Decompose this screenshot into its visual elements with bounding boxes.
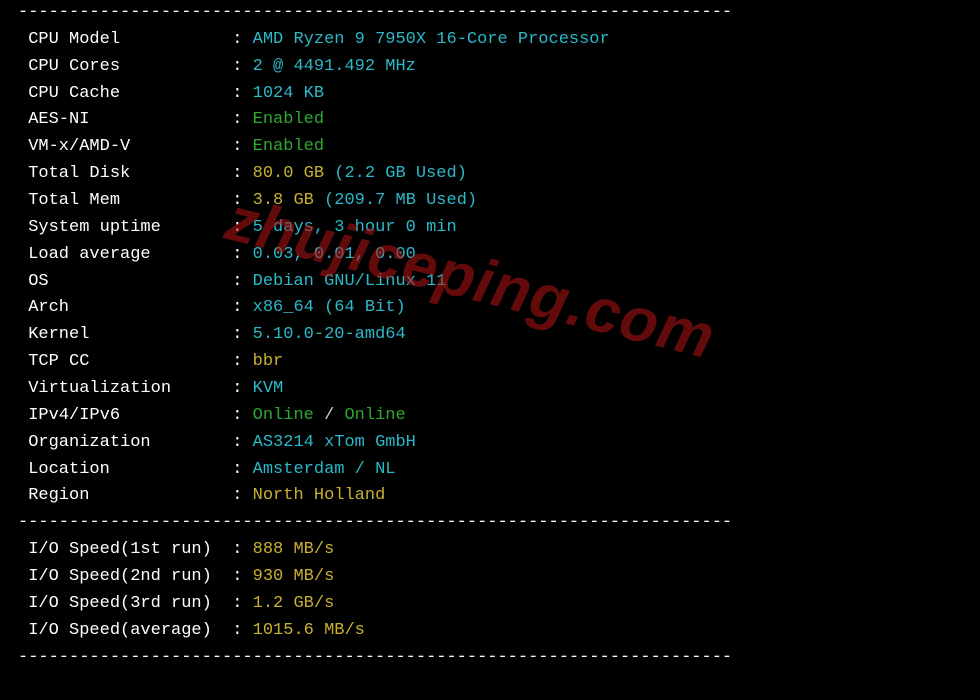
row-separator: : (232, 107, 252, 134)
row-label: Location (18, 457, 232, 484)
row-value: 2 @ 4491.492 MHz (253, 54, 416, 81)
row-separator: : (232, 537, 252, 564)
row-separator: : (232, 188, 252, 215)
row-value: 5.10.0-20-amd64 (253, 322, 406, 349)
info-row: Total Mem : 3.8 GB (209.7 MB Used) (18, 188, 962, 215)
row-separator: : (232, 376, 252, 403)
row-value: bbr (253, 349, 284, 376)
row-value: North Holland (253, 483, 386, 510)
row-label: Total Disk (18, 161, 232, 188)
row-separator: : (232, 483, 252, 510)
row-label: Arch (18, 295, 232, 322)
row-value: 1.2 GB/s (253, 591, 335, 618)
row-label: CPU Cores (18, 54, 232, 81)
row-label: Region (18, 483, 232, 510)
info-row: Organization : AS3214 xTom GmbH (18, 430, 962, 457)
info-row: Location : Amsterdam / NL (18, 457, 962, 484)
row-label: TCP CC (18, 349, 232, 376)
row-separator: : (232, 295, 252, 322)
info-row: System uptime : 5 days, 3 hour 0 min (18, 215, 962, 242)
row-value: (2.2 GB Used) (334, 161, 467, 188)
row-value: Online (344, 403, 405, 430)
row-value: Enabled (253, 134, 324, 161)
row-value: Online (253, 403, 314, 430)
row-value: 5 days, 3 hour 0 min (253, 215, 457, 242)
info-row: OS : Debian GNU/Linux 11 (18, 269, 962, 296)
info-row: CPU Cores : 2 @ 4491.492 MHz (18, 54, 962, 81)
row-label: CPU Cache (18, 81, 232, 108)
divider-bottom: ----------------------------------------… (18, 645, 962, 672)
row-label: CPU Model (18, 27, 232, 54)
row-label: Organization (18, 430, 232, 457)
row-separator: : (232, 161, 252, 188)
row-label: I/O Speed(2nd run) (18, 564, 232, 591)
row-value: (209.7 MB Used) (324, 188, 477, 215)
info-row: Region : North Holland (18, 483, 962, 510)
row-value: 80.0 GB (253, 161, 335, 188)
row-value: / (314, 403, 345, 430)
row-separator: : (232, 242, 252, 269)
row-label: AES-NI (18, 107, 232, 134)
row-value: 1015.6 MB/s (253, 618, 365, 645)
row-value: 930 MB/s (253, 564, 335, 591)
row-separator: : (232, 269, 252, 296)
row-value: 3.8 GB (253, 188, 324, 215)
divider-top: ----------------------------------------… (18, 0, 962, 27)
terminal-output: ----------------------------------------… (0, 0, 980, 671)
row-separator: : (232, 54, 252, 81)
row-separator: : (232, 591, 252, 618)
row-value: AMD Ryzen 9 7950X 16-Core Processor (253, 27, 610, 54)
info-row: CPU Cache : 1024 KB (18, 81, 962, 108)
row-label: Load average (18, 242, 232, 269)
row-label: Virtualization (18, 376, 232, 403)
row-separator: : (232, 27, 252, 54)
row-label: I/O Speed(3rd run) (18, 591, 232, 618)
row-label: System uptime (18, 215, 232, 242)
row-label: I/O Speed(average) (18, 618, 232, 645)
row-label: VM-x/AMD-V (18, 134, 232, 161)
divider-mid: ----------------------------------------… (18, 510, 962, 537)
row-separator: : (232, 322, 252, 349)
info-row: Total Disk : 80.0 GB (2.2 GB Used) (18, 161, 962, 188)
row-label: IPv4/IPv6 (18, 403, 232, 430)
info-row: I/O Speed(3rd run) : 1.2 GB/s (18, 591, 962, 618)
system-info-rows: CPU Model : AMD Ryzen 9 7950X 16-Core Pr… (18, 27, 962, 510)
row-separator: : (232, 81, 252, 108)
row-value: 0.03, 0.01, 0.00 (253, 242, 416, 269)
row-value: x86_64 (64 Bit) (253, 295, 406, 322)
info-row: VM-x/AMD-V : Enabled (18, 134, 962, 161)
row-label: Kernel (18, 322, 232, 349)
row-separator: : (232, 430, 252, 457)
info-row: CPU Model : AMD Ryzen 9 7950X 16-Core Pr… (18, 27, 962, 54)
row-value: 888 MB/s (253, 537, 335, 564)
row-value: Enabled (253, 107, 324, 134)
row-separator: : (232, 215, 252, 242)
row-separator: : (232, 403, 252, 430)
info-row: Arch : x86_64 (64 Bit) (18, 295, 962, 322)
row-value: Debian GNU/Linux 11 (253, 269, 447, 296)
io-speed-rows: I/O Speed(1st run) : 888 MB/s I/O Speed(… (18, 537, 962, 644)
info-row: I/O Speed(average) : 1015.6 MB/s (18, 618, 962, 645)
info-row: I/O Speed(2nd run) : 930 MB/s (18, 564, 962, 591)
row-value: 1024 KB (253, 81, 324, 108)
info-row: AES-NI : Enabled (18, 107, 962, 134)
info-row: IPv4/IPv6 : Online / Online (18, 403, 962, 430)
row-value: Amsterdam / NL (253, 457, 396, 484)
info-row: I/O Speed(1st run) : 888 MB/s (18, 537, 962, 564)
row-separator: : (232, 349, 252, 376)
row-separator: : (232, 564, 252, 591)
info-row: TCP CC : bbr (18, 349, 962, 376)
row-separator: : (232, 134, 252, 161)
row-label: OS (18, 269, 232, 296)
row-value: KVM (253, 376, 284, 403)
info-row: Virtualization : KVM (18, 376, 962, 403)
row-separator: : (232, 618, 252, 645)
row-label: Total Mem (18, 188, 232, 215)
row-value: AS3214 xTom GmbH (253, 430, 416, 457)
info-row: Kernel : 5.10.0-20-amd64 (18, 322, 962, 349)
info-row: Load average : 0.03, 0.01, 0.00 (18, 242, 962, 269)
row-separator: : (232, 457, 252, 484)
row-label: I/O Speed(1st run) (18, 537, 232, 564)
